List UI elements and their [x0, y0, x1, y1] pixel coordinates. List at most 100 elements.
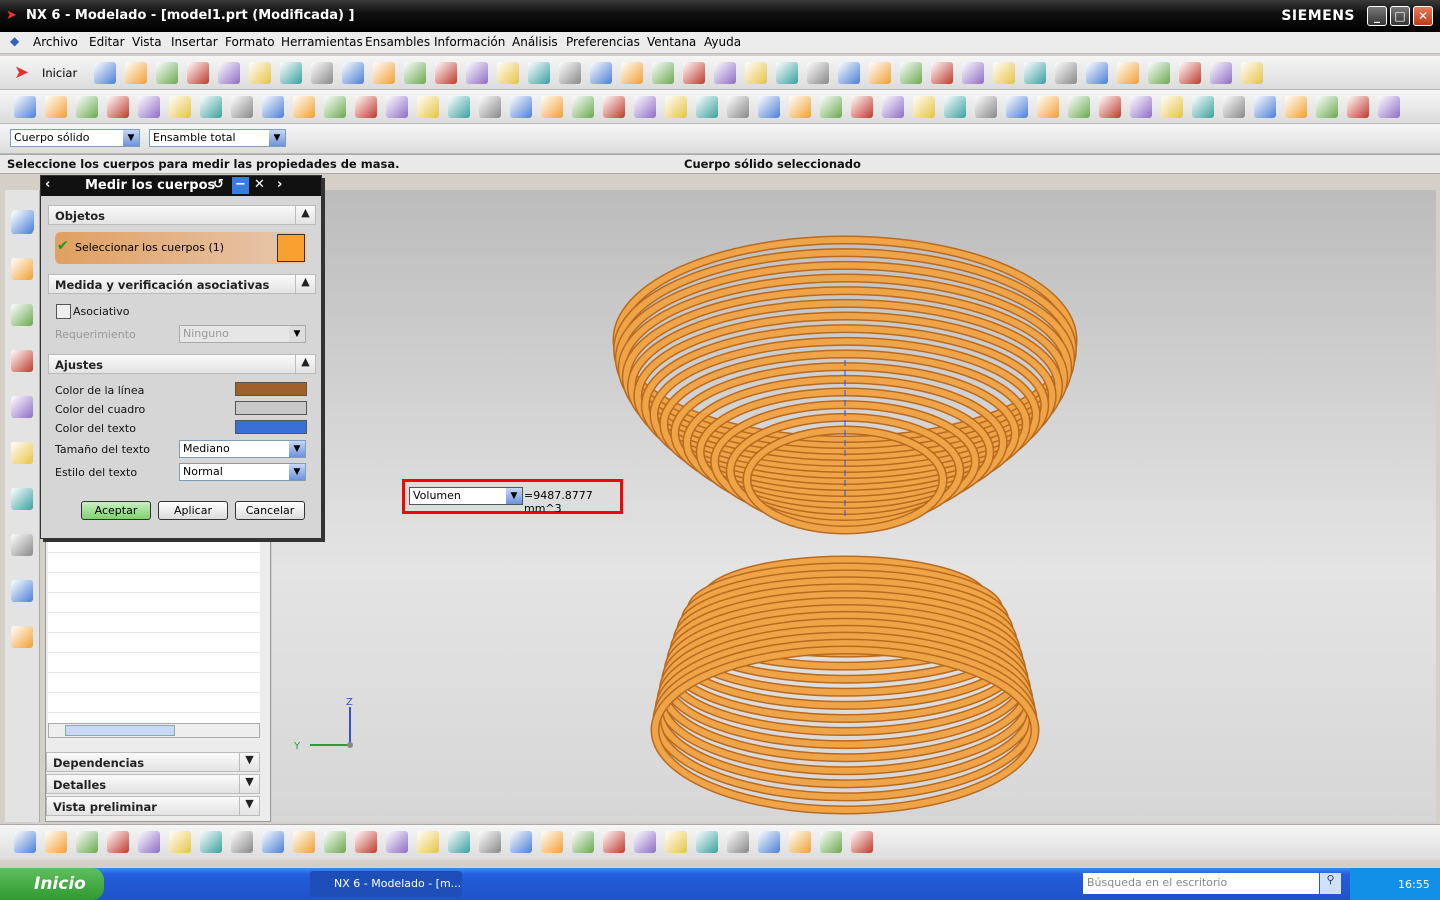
resource-tab-icon[interactable]: [11, 626, 33, 648]
toolbar-icon[interactable]: [1086, 62, 1108, 84]
toolbar-icon[interactable]: [714, 62, 736, 84]
text-color-swatch[interactable]: [235, 420, 307, 434]
toolbar-icon[interactable]: [169, 831, 191, 853]
toolbar-icon[interactable]: [1254, 96, 1276, 118]
toolbar-icon[interactable]: [187, 62, 209, 84]
navigator-list[interactable]: [48, 533, 260, 723]
toolbar-icon[interactable]: [652, 62, 674, 84]
toolbar-icon[interactable]: [510, 96, 532, 118]
menu-0[interactable]: Archivo: [33, 35, 78, 49]
toolbar-icon[interactable]: [1130, 96, 1152, 118]
toolbar-icon[interactable]: [590, 62, 612, 84]
toolbar-icon[interactable]: [479, 96, 501, 118]
toolbar-icon[interactable]: [634, 831, 656, 853]
resource-tab-icon[interactable]: [11, 534, 33, 556]
toolbar-icon[interactable]: [572, 831, 594, 853]
toolbar-icon[interactable]: [1117, 62, 1139, 84]
toolbar-icon[interactable]: [497, 62, 519, 84]
toolbar-icon[interactable]: [1099, 96, 1121, 118]
toolbar-icon[interactable]: [975, 96, 997, 118]
toolbar-icon[interactable]: [386, 96, 408, 118]
box-color-swatch[interactable]: [235, 401, 307, 415]
toolbar-icon[interactable]: [218, 62, 240, 84]
toolbar-icon[interactable]: [869, 62, 891, 84]
toolbar-icon[interactable]: [107, 831, 129, 853]
toolbar-icon[interactable]: [355, 831, 377, 853]
toolbar-icon[interactable]: [466, 62, 488, 84]
toolbar-icon[interactable]: [138, 96, 160, 118]
toolbar-icon[interactable]: [280, 62, 302, 84]
toolbar-icon[interactable]: [603, 831, 625, 853]
associative-checkbox[interactable]: [56, 304, 71, 319]
toolbar-icon[interactable]: [931, 62, 953, 84]
toolbar-icon[interactable]: [851, 831, 873, 853]
resource-tab-icon[interactable]: [11, 258, 33, 280]
toolbar-icon[interactable]: [665, 831, 687, 853]
toolbar-icon[interactable]: [621, 62, 643, 84]
resource-tab-icon[interactable]: [11, 442, 33, 464]
forward-icon[interactable]: ›: [277, 177, 282, 192]
toolbar-icon[interactable]: [603, 96, 625, 118]
toolbar-icon[interactable]: [1068, 96, 1090, 118]
toolbar-icon[interactable]: [510, 831, 532, 853]
toolbar-icon[interactable]: [417, 96, 439, 118]
toolbar-icon[interactable]: [838, 62, 860, 84]
navigator-section-2[interactable]: Vista preliminar ▼: [46, 796, 260, 816]
start-button[interactable]: Inicio: [0, 868, 104, 900]
scope-filter-select[interactable]: Ensamble total ▼: [149, 129, 286, 147]
toolbar-icon[interactable]: [1285, 96, 1307, 118]
toolbar-icon[interactable]: [1037, 96, 1059, 118]
toolbar-icon[interactable]: [820, 831, 842, 853]
menu-4[interactable]: Formato: [225, 35, 275, 49]
resource-tab-icon[interactable]: [11, 350, 33, 372]
toolbar-icon[interactable]: [311, 62, 333, 84]
objects-group-header[interactable]: Objetos ▲: [48, 205, 316, 225]
toolbar-icon[interactable]: [1210, 62, 1232, 84]
menu-1[interactable]: Editar: [89, 35, 125, 49]
select-body-icon[interactable]: [277, 234, 305, 262]
menu-11[interactable]: Ayuda: [704, 35, 741, 49]
toolbar-icon[interactable]: [993, 62, 1015, 84]
toolbar-icon[interactable]: [1148, 62, 1170, 84]
toolbar-icon[interactable]: [820, 96, 842, 118]
toolbar-icon[interactable]: [913, 96, 935, 118]
toolbar-icon[interactable]: [882, 96, 904, 118]
collapse-icon[interactable]: −: [232, 177, 249, 194]
toolbar-icon[interactable]: [479, 831, 501, 853]
toolbar-icon[interactable]: [231, 831, 253, 853]
toolbar-icon[interactable]: [293, 96, 315, 118]
toolbar-icon[interactable]: [851, 96, 873, 118]
toolbar-icon[interactable]: [293, 831, 315, 853]
toolbar-icon[interactable]: [900, 62, 922, 84]
navigator-section-1[interactable]: Detalles ▼: [46, 774, 260, 794]
toolbar-icon[interactable]: [807, 62, 829, 84]
maximize-button[interactable]: □: [1390, 6, 1410, 26]
toolbar-icon[interactable]: [373, 62, 395, 84]
toolbar-icon[interactable]: [45, 831, 67, 853]
settings-group-header[interactable]: Ajustes ▲: [48, 354, 316, 374]
measure-type-select[interactable]: Volumen ▼: [409, 487, 523, 505]
toolbar-icon[interactable]: [417, 831, 439, 853]
toolbar-icon[interactable]: [745, 62, 767, 84]
reset-icon[interactable]: ↺: [213, 177, 224, 192]
search-icon[interactable]: ⚲: [1320, 873, 1341, 894]
resource-tab-icon[interactable]: [11, 304, 33, 326]
close-icon[interactable]: ✕: [254, 177, 265, 192]
menu-7[interactable]: Información: [434, 35, 505, 49]
ok-button[interactable]: Aceptar: [81, 501, 151, 520]
toolbar-icon[interactable]: [1006, 96, 1028, 118]
toolbar-icon[interactable]: [541, 831, 563, 853]
type-filter-select[interactable]: Cuerpo sólido ▼: [10, 129, 140, 147]
toolbar-icon[interactable]: [1378, 96, 1400, 118]
menu-8[interactable]: Análisis: [512, 35, 558, 49]
toolbar-icon[interactable]: [665, 96, 687, 118]
toolbar-icon[interactable]: [404, 62, 426, 84]
toolbar-icon[interactable]: [200, 831, 222, 853]
toolbar-icon[interactable]: [200, 96, 222, 118]
toolbar-icon[interactable]: [76, 831, 98, 853]
toolbar-icon[interactable]: [1179, 62, 1201, 84]
taskbar-task-nx[interactable]: NX 6 - Modelado - [m...: [310, 871, 462, 897]
menu-2[interactable]: Vista: [132, 35, 162, 49]
toolbar-icon[interactable]: [231, 96, 253, 118]
desktop-search-input[interactable]: Búsqueda en el escritorio: [1083, 873, 1319, 894]
